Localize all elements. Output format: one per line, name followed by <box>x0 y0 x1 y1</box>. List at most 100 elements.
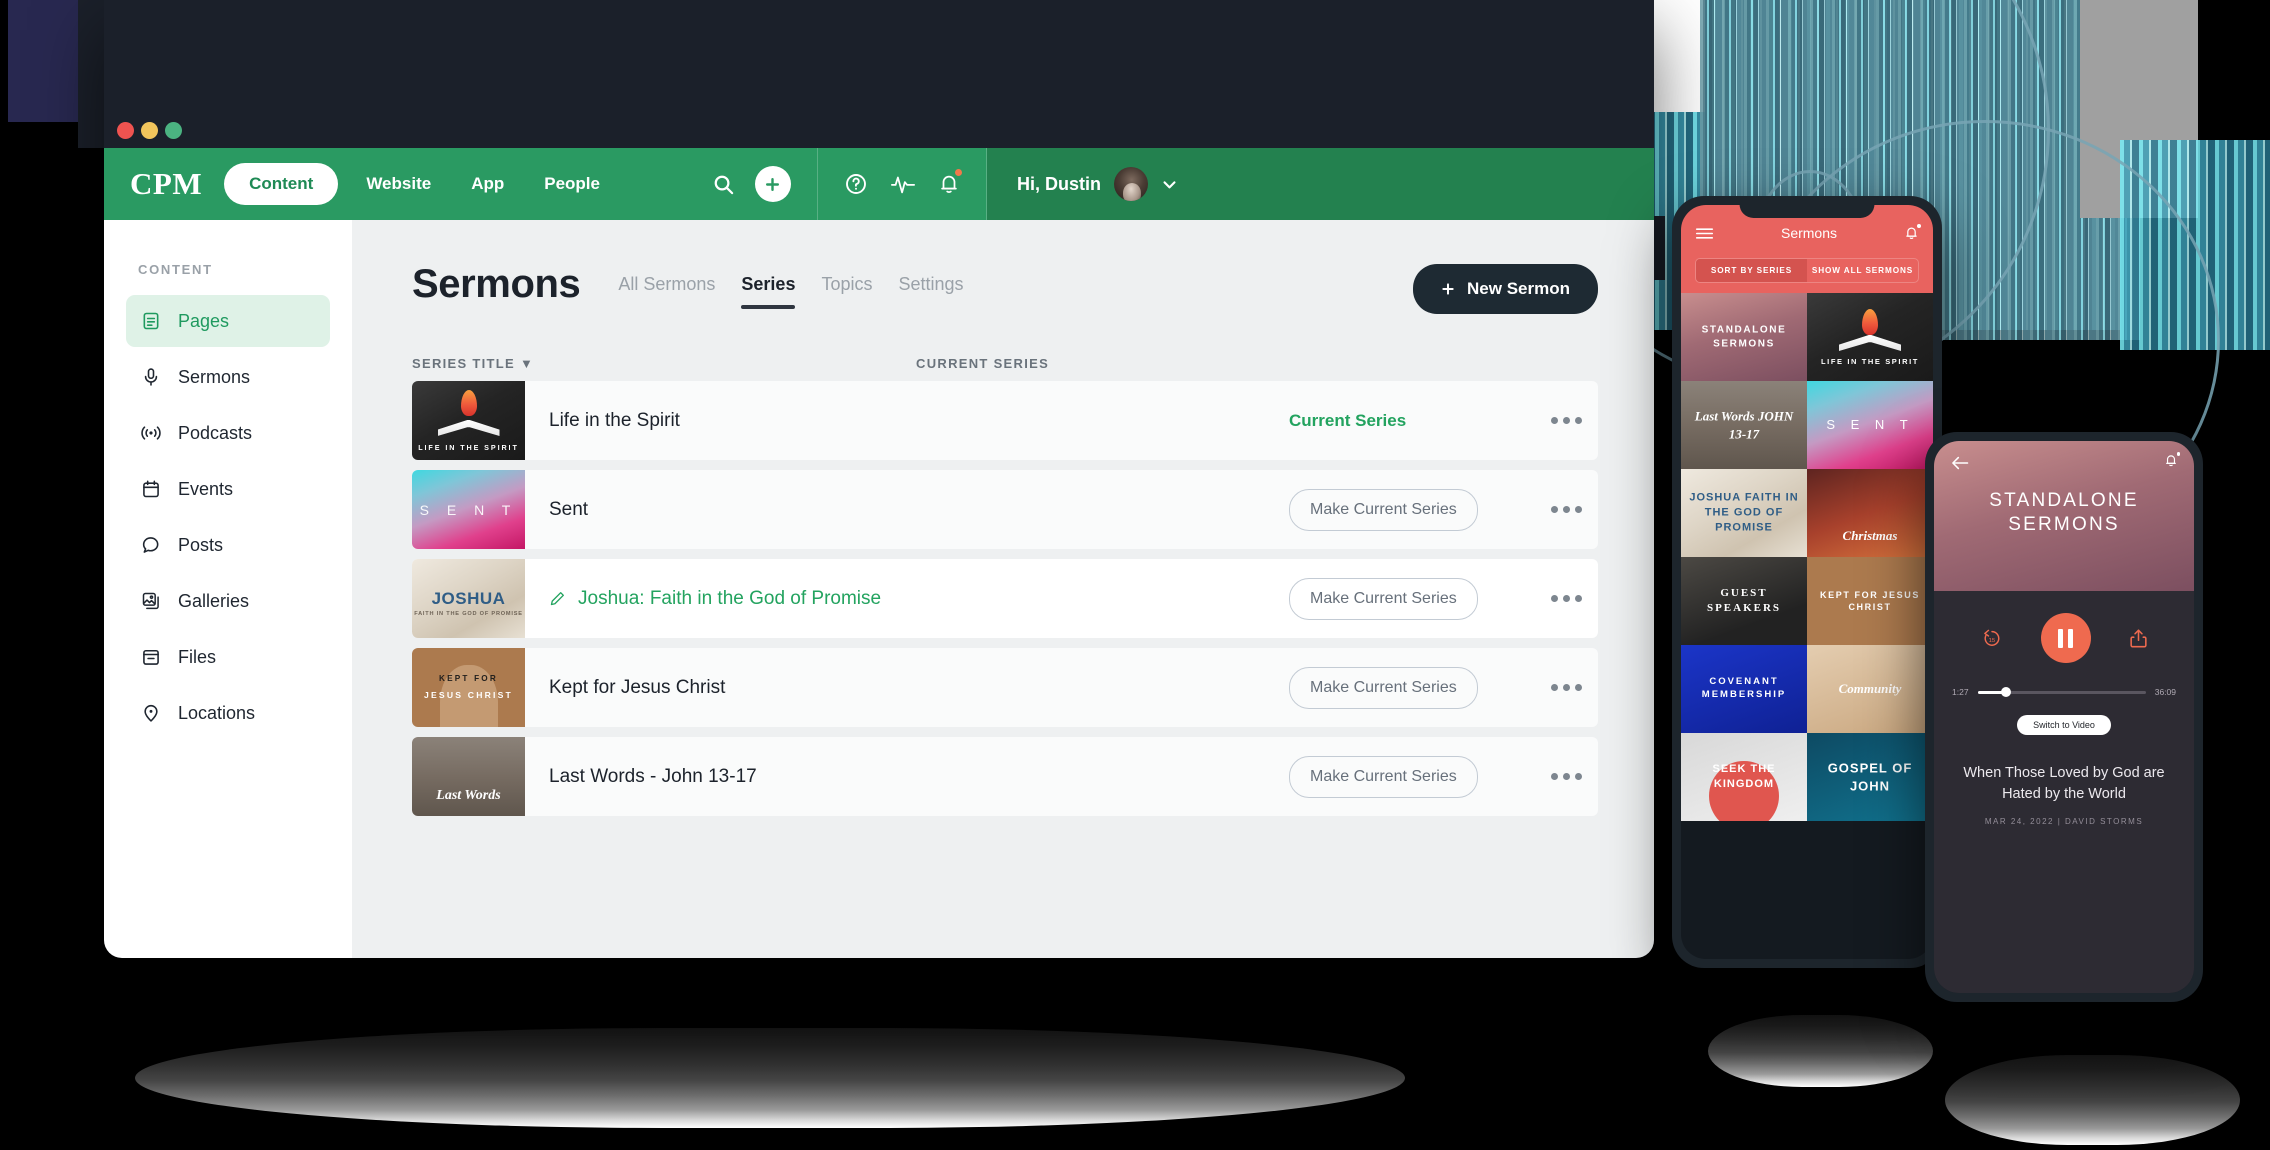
row-actions-menu[interactable] <box>1551 684 1582 691</box>
hamburger-icon[interactable] <box>1695 226 1714 241</box>
search-icon[interactable] <box>712 173 735 196</box>
series-thumbnail: S E N T <box>412 470 525 549</box>
tab-all-sermons[interactable]: All Sermons <box>618 274 715 309</box>
phone-screen: STANDALONE SERMONS 15 1:27 36:09 Switch … <box>1934 441 2194 993</box>
header-utility-group <box>818 148 986 220</box>
progress-bar[interactable] <box>1977 687 2146 697</box>
sidebar-item-label: Galleries <box>178 590 250 611</box>
add-icon[interactable] <box>754 166 791 202</box>
nav-item-website[interactable]: Website <box>346 163 451 205</box>
bell-icon[interactable] <box>2164 452 2180 468</box>
table-row[interactable]: KEPT FOR JESUS CHRIST Kept for Jesus Chr… <box>412 648 1598 727</box>
mobile-series-tile[interactable]: S E N T <box>1807 381 1933 469</box>
series-title: Life in the Spirit <box>549 409 680 431</box>
table-row[interactable]: JOSHUA FAITH IN THE GOD OF PROMISE Joshu… <box>412 559 1598 638</box>
sidebar-item-pages[interactable]: Pages <box>126 295 330 347</box>
player-controls: 15 <box>1952 613 2176 663</box>
mobile-series-tile[interactable]: LIFE IN THE SPIRIT <box>1807 293 1933 381</box>
activity-icon[interactable] <box>890 172 916 196</box>
switch-to-video-button[interactable]: Switch to Video <box>2017 715 2111 735</box>
mobile-series-tile[interactable]: Last Words JOHN 13-17 <box>1681 381 1807 469</box>
row-actions-menu[interactable] <box>1551 417 1582 424</box>
pause-button[interactable] <box>2040 613 2091 663</box>
app-header: CPM Content Website App People Hi, Dusti… <box>104 148 1654 220</box>
backdrop-navy-block <box>8 0 78 122</box>
sidebar-item-posts[interactable]: Posts <box>126 519 330 571</box>
window-minimize-button[interactable] <box>141 122 158 139</box>
broadcast-icon <box>140 422 162 444</box>
comment-icon <box>140 534 162 556</box>
chevron-down-icon[interactable] <box>1161 176 1178 193</box>
sidebar-item-files[interactable]: Files <box>126 631 330 683</box>
help-icon[interactable] <box>844 172 868 196</box>
series-thumbnail: JOSHUA FAITH IN THE GOD OF PROMISE <box>412 559 525 638</box>
sidebar-item-events[interactable]: Events <box>126 463 330 515</box>
table-row[interactable]: LIFE IN THE SPIRIT Life in the Spirit Cu… <box>412 381 1598 460</box>
row-actions-menu[interactable] <box>1551 773 1582 780</box>
table-row[interactable]: S E N T Sent Make Current Series <box>412 470 1598 549</box>
tab-series[interactable]: Series <box>741 274 796 309</box>
mobile-series-tile[interactable]: KEPT FOR JESUS CHRIST <box>1807 557 1933 645</box>
share-icon[interactable] <box>2129 628 2148 649</box>
notification-badge <box>1917 224 1921 228</box>
user-menu[interactable]: Hi, Dustin <box>986 148 1654 220</box>
column-header-series-title[interactable]: SERIES TITLE ▼ <box>412 356 916 371</box>
sidebar-item-sermons[interactable]: Sermons <box>126 351 330 403</box>
sidebar-item-locations[interactable]: Locations <box>126 687 330 739</box>
row-actions-menu[interactable] <box>1551 595 1582 602</box>
mobile-series-tile[interactable]: Community <box>1807 645 1933 733</box>
table-row[interactable]: Last Words Last Words - John 13-17 Make … <box>412 737 1598 816</box>
tab-topics[interactable]: Topics <box>821 274 872 309</box>
new-sermon-button[interactable]: New Sermon <box>1413 264 1598 314</box>
progress-knob[interactable] <box>2001 687 2012 697</box>
series-title: Last Words - John 13-17 <box>549 765 757 787</box>
back-arrow-icon[interactable] <box>1950 454 1970 472</box>
bell-icon[interactable] <box>1904 224 1921 241</box>
main-content: Sermons All Sermons Series Topics Settin… <box>352 220 1654 958</box>
mobile-page-title: Sermons <box>1780 225 1838 241</box>
mobile-series-tile[interactable]: STANDALONE SERMONS <box>1681 293 1807 381</box>
row-actions-menu[interactable] <box>1551 506 1582 513</box>
make-current-series-button[interactable]: Make Current Series <box>1289 666 1478 709</box>
player-scrubber[interactable]: 1:27 36:09 <box>1952 687 2176 697</box>
sidebar-item-podcasts[interactable]: Podcasts <box>126 407 330 459</box>
series-thumbnail: LIFE IN THE SPIRIT <box>412 381 525 460</box>
new-sermon-label: New Sermon <box>1467 279 1570 298</box>
segment-show-all-sermons[interactable]: SHOW ALL SERMONS <box>1807 259 1918 282</box>
sidebar-item-label: Files <box>178 646 217 667</box>
segment-sort-by-series[interactable]: SORT BY SERIES <box>1696 259 1807 282</box>
shadow-browser <box>135 1028 1405 1128</box>
mobile-series-tile[interactable]: COVENANT MEMBERSHIP <box>1681 645 1807 733</box>
mobile-series-tile[interactable]: Christmas <box>1807 469 1933 557</box>
phone-screen: Sermons SORT BY SERIES SHOW ALL SERMONS … <box>1681 205 1933 959</box>
nav-item-app[interactable]: App <box>451 163 524 205</box>
header-search-group <box>712 166 817 202</box>
rewind-15-icon[interactable]: 15 <box>1981 627 2003 649</box>
page-title: Sermons <box>412 262 581 306</box>
make-current-series-button[interactable]: Make Current Series <box>1289 577 1478 620</box>
mobile-series-tile[interactable]: GOSPEL OF JOHN <box>1807 733 1933 821</box>
make-current-series-button[interactable]: Make Current Series <box>1289 755 1478 798</box>
app-body: CONTENT Pages Sermons Podcasts Events Po… <box>104 220 1654 958</box>
tile-label: GUEST SPEAKERS <box>1706 587 1782 614</box>
nav-item-people[interactable]: People <box>524 163 620 205</box>
brand-logo[interactable]: CPM <box>130 166 202 202</box>
series-status: Make Current Series <box>1289 488 1525 531</box>
make-current-series-button[interactable]: Make Current Series <box>1289 488 1478 531</box>
bell-icon[interactable] <box>938 169 962 196</box>
nav-item-content[interactable]: Content <box>224 163 339 205</box>
status-badge: Current Series <box>1289 410 1407 430</box>
tab-settings[interactable]: Settings <box>898 274 963 309</box>
screenshot-stage: CPM Content Website App People Hi, Dusti… <box>0 0 2270 1150</box>
pencil-icon[interactable] <box>549 590 566 607</box>
flame-icon <box>460 390 477 416</box>
notification-badge <box>2176 452 2180 456</box>
mobile-series-tile[interactable]: GUEST SPEAKERS <box>1681 557 1807 645</box>
header-nav-group: CPM Content Website App People <box>104 163 620 205</box>
window-close-button[interactable] <box>117 122 134 139</box>
window-maximize-button[interactable] <box>165 122 182 139</box>
tile-label: LIFE IN THE SPIRIT <box>1821 356 1919 366</box>
mobile-series-tile[interactable]: SEEK THE KINGDOM <box>1681 733 1807 821</box>
sidebar-item-galleries[interactable]: Galleries <box>126 575 330 627</box>
mobile-series-tile[interactable]: JOSHUA FAITH IN THE GOD OF PROMISE <box>1681 469 1807 557</box>
